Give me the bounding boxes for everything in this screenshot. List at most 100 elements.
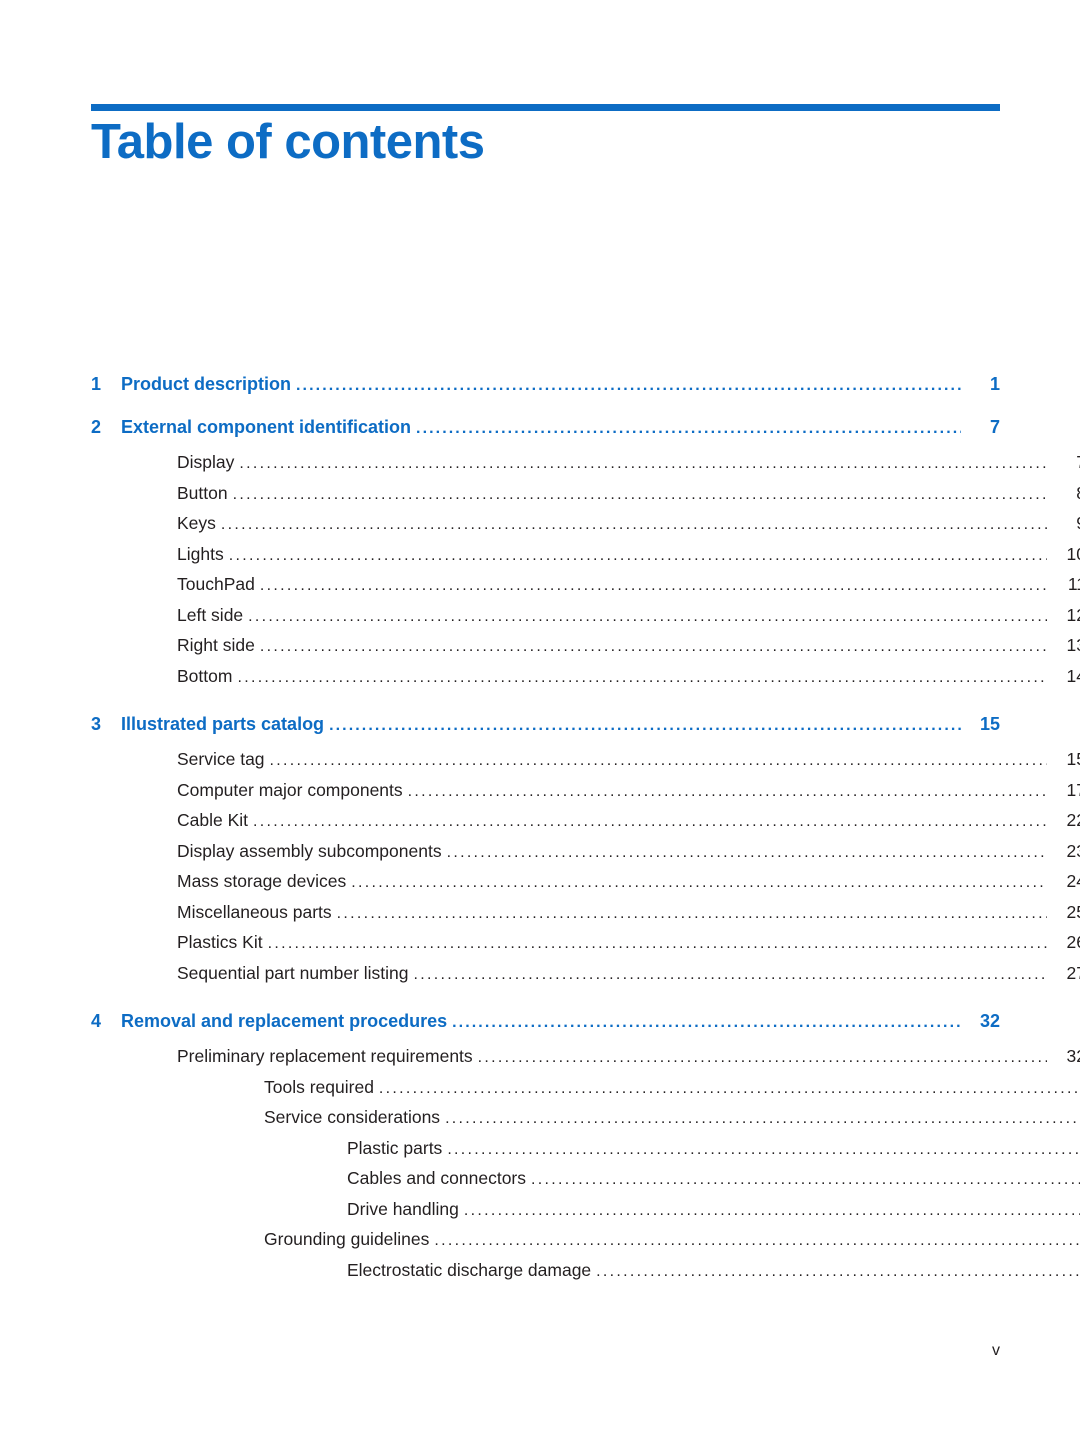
table-of-contents: 1 Product description....................…	[91, 374, 1080, 1286]
toc-entry[interactable]: Service tag.............................…	[91, 745, 1080, 776]
toc-entry-page: 14	[1066, 665, 1080, 686]
toc-entry[interactable]: Cables and connectors...................…	[91, 1164, 1080, 1195]
toc-leader-dots: ........................................…	[336, 904, 1047, 922]
toc-entry[interactable]: Plastics Kit............................…	[91, 928, 1080, 959]
title-rule	[91, 104, 1000, 111]
toc-entry-label: Right side	[177, 635, 255, 655]
toc-leader-dots: ........................................…	[248, 607, 1047, 625]
toc-entry-page: 15	[1066, 749, 1080, 769]
toc-leader-dots: ........................................…	[296, 377, 961, 394]
toc-entry[interactable]: 3 Illustrated parts catalog..............…	[91, 714, 1000, 735]
toc-entry-label: External component identification	[121, 417, 412, 437]
page-folio: v	[992, 1342, 1000, 1359]
toc-leader-dots: ........................................…	[228, 546, 1047, 564]
toc-entry[interactable]: Lights..................................…	[91, 540, 1080, 571]
toc-entry-page: 13	[1066, 635, 1080, 655]
toc-leader-dots: ........................................…	[446, 843, 1047, 861]
toc-entry-page: 9	[1052, 509, 1080, 538]
toc-entry-label: Lights	[177, 543, 224, 564]
toc-chapter-number: 1	[91, 374, 102, 394]
toc-entry-label: Tools required	[264, 1076, 374, 1097]
toc-leader-dots: ........................................…	[220, 516, 1047, 533]
toc-entry[interactable]: Button..................................…	[91, 479, 1080, 510]
toc-entry-page: 1	[989, 374, 1000, 394]
toc-entry-page: 32	[979, 1011, 1000, 1031]
toc-entry-label: Product description	[121, 374, 292, 394]
toc-entry-label: Display	[177, 452, 235, 472]
page-title: Table of contents	[91, 115, 485, 169]
toc-entry-label: Miscellaneous parts	[177, 901, 332, 922]
toc-entry-page: 26	[1066, 932, 1080, 952]
toc-entry[interactable]: 1 Product description....................…	[91, 374, 1000, 395]
toc-entry-page: 11	[1067, 574, 1080, 594]
toc-entry[interactable]: Keys....................................…	[91, 509, 1080, 540]
toc-entry[interactable]: Plastic parts...........................…	[91, 1134, 1080, 1165]
toc-leader-dots: ........................................…	[596, 1262, 1080, 1280]
toc-entry-label: Illustrated parts catalog	[121, 714, 325, 734]
toc-leader-dots: ........................................…	[416, 420, 961, 437]
toc-entry-label: Service considerations	[264, 1107, 441, 1127]
toc-entry[interactable]: Display assembly subcomponents..........…	[91, 837, 1080, 868]
toc-entry-label: Sequential part number listing	[177, 962, 409, 983]
toc-entry-label: TouchPad	[177, 574, 255, 594]
toc-entry-page: 23	[1066, 840, 1080, 861]
toc-entry-label: Bottom	[177, 665, 233, 686]
toc-entry-page: 25	[1066, 901, 1080, 922]
toc-entry-page: 22	[1066, 810, 1080, 830]
toc-entry[interactable]: Service considerations..................…	[91, 1103, 1080, 1134]
toc-leader-dots: ........................................…	[378, 1079, 1080, 1097]
toc-entry[interactable]: Bottom..................................…	[91, 662, 1080, 693]
toc-leader-dots: ........................................…	[237, 668, 1047, 686]
toc-entry-page: 24	[1066, 871, 1080, 891]
toc-leader-dots: ........................................…	[531, 1171, 1080, 1188]
toc-leader-dots: ........................................…	[413, 965, 1047, 983]
toc-leader-dots: ........................................…	[329, 717, 961, 734]
toc-leader-dots: ........................................…	[267, 935, 1047, 952]
toc-leader-dots: ........................................…	[239, 455, 1047, 472]
toc-leader-dots: ........................................…	[447, 1140, 1080, 1158]
toc-leader-dots: ........................................…	[259, 577, 1047, 594]
toc-entry[interactable]: Miscellaneous parts.....................…	[91, 898, 1080, 929]
toc-entry[interactable]: 2 External component identification......…	[91, 417, 1000, 438]
toc-chapter-number: 2	[91, 417, 102, 437]
toc-leader-dots: ........................................…	[407, 782, 1047, 800]
toc-entry-label: Left side	[177, 604, 244, 625]
toc-entry[interactable]: Mass storage devices....................…	[91, 867, 1080, 898]
toc-entry[interactable]: Preliminary replacement requirements....…	[91, 1042, 1080, 1073]
toc-entry[interactable]: Sequential part number listing..........…	[91, 959, 1080, 990]
toc-entry[interactable]: Right side..............................…	[91, 631, 1080, 662]
toc-entry-label: Display assembly subcomponents	[177, 840, 442, 861]
toc-entry[interactable]: 4 Removal and replacement procedures.....…	[91, 1011, 1000, 1032]
toc-entry-label: Service tag	[177, 749, 265, 769]
toc-chapter-number: 4	[91, 1011, 102, 1031]
toc-entry-label: Drive handling	[347, 1198, 459, 1219]
toc-entry[interactable]: Computer major components...............…	[91, 776, 1080, 807]
toc-entry[interactable]: Display.................................…	[91, 448, 1080, 479]
toc-entry[interactable]: TouchPad................................…	[91, 570, 1080, 601]
toc-leader-dots: ........................................…	[452, 1014, 961, 1031]
toc-leader-dots: ........................................…	[434, 1232, 1080, 1249]
toc-entry-label: Button	[177, 482, 228, 503]
toc-entry[interactable]: Tools required..........................…	[91, 1073, 1080, 1104]
toc-leader-dots: ........................................…	[463, 1201, 1080, 1219]
toc-entry-label: Keys	[177, 513, 216, 533]
toc-entry[interactable]: Electrostatic discharge damage..........…	[91, 1256, 1080, 1287]
toc-entry-page: 10	[1066, 543, 1080, 564]
toc-entry-page: 17	[1066, 779, 1080, 800]
toc-entry[interactable]: Cable Kit...............................…	[91, 806, 1080, 837]
toc-leader-dots: ........................................…	[259, 638, 1047, 655]
toc-entry-label: Preliminary replacement requirements	[177, 1046, 473, 1066]
toc-entry[interactable]: Grounding guidelines....................…	[91, 1225, 1080, 1256]
toc-entry-page: 8	[1052, 479, 1080, 508]
toc-leader-dots: ........................................…	[445, 1110, 1080, 1127]
toc-entry-label: Removal and replacement procedures	[121, 1011, 448, 1031]
toc-leader-dots: ........................................…	[232, 485, 1047, 503]
toc-entry-label: Mass storage devices	[177, 871, 347, 891]
document-page: Table of contents 1 Product description..…	[0, 0, 1080, 1437]
toc-entry[interactable]: Drive handling..........................…	[91, 1195, 1080, 1226]
toc-entry-label: Computer major components	[177, 779, 403, 800]
toc-entry-label: Grounding guidelines	[264, 1229, 430, 1249]
toc-entry[interactable]: Left side...............................…	[91, 601, 1080, 632]
toc-entry-page: 32	[1066, 1046, 1080, 1066]
toc-entry-label: Cables and connectors	[347, 1168, 526, 1188]
